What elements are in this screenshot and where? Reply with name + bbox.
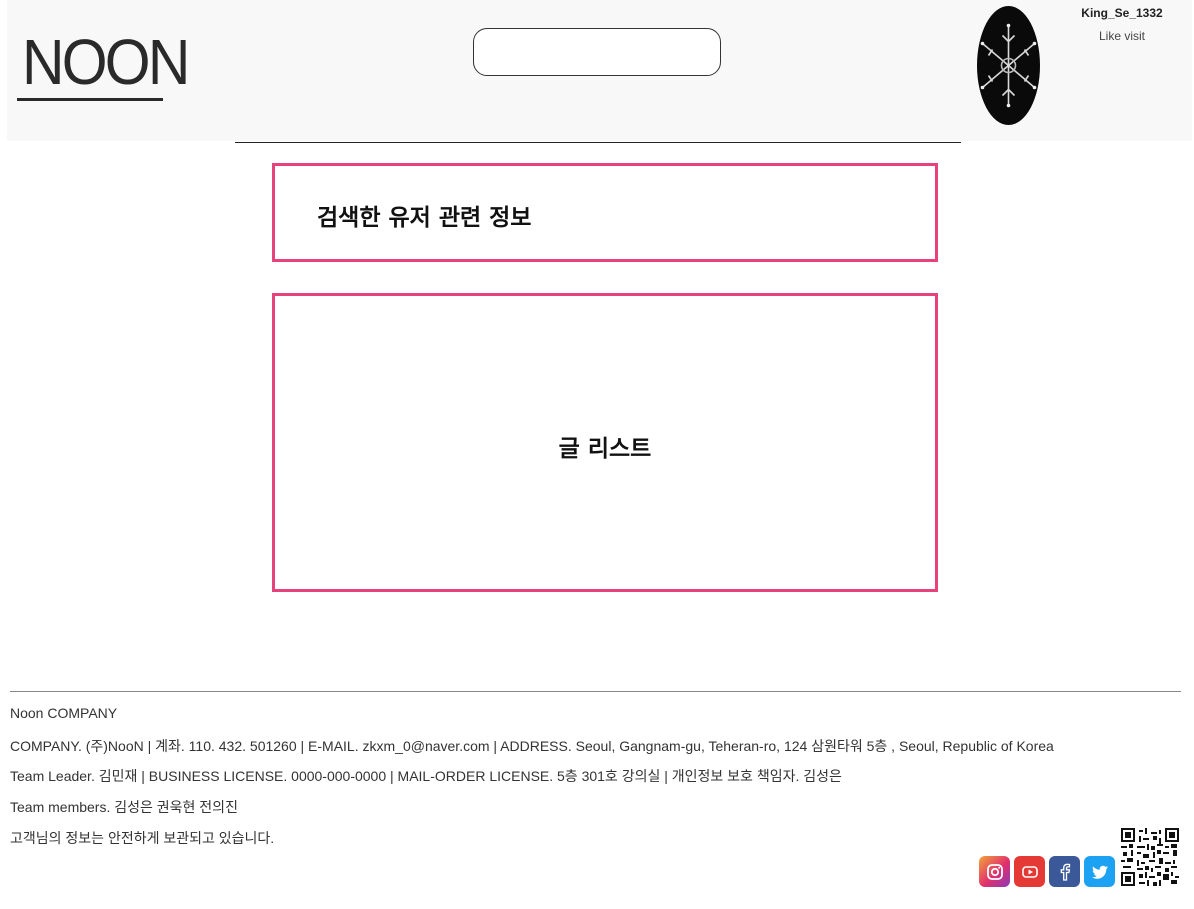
- avatar[interactable]: [977, 6, 1040, 125]
- logo-underline: [17, 98, 163, 101]
- facebook-icon[interactable]: [1049, 856, 1080, 887]
- footer-company-info: COMPANY. (주)NooN | 계좌. 110. 432. 501260 …: [10, 738, 1054, 754]
- username[interactable]: King_Se_1332: [1067, 6, 1177, 20]
- qr-code-icon: [1121, 828, 1179, 886]
- footer-team-members: Team members. 김성은 권욱현 전의진: [10, 799, 238, 815]
- post-list-label: 글 리스트: [558, 436, 652, 462]
- header-divider: [235, 142, 961, 143]
- twitter-icon[interactable]: [1084, 856, 1115, 887]
- site-logo[interactable]: NOON: [22, 30, 190, 94]
- youtube-icon[interactable]: [1014, 856, 1045, 887]
- footer-divider: [10, 691, 1181, 692]
- searched-user-info-panel: 검색한 유저 관련 정보: [272, 163, 938, 262]
- footer-company-name: Noon COMPANY: [10, 705, 118, 721]
- post-list-panel: 글 리스트: [272, 293, 938, 592]
- footer-privacy-notice: 고객님의 정보는 안전하게 보관되고 있습니다.: [10, 830, 275, 846]
- searched-user-info-label: 검색한 유저 관련 정보: [317, 205, 532, 231]
- instagram-icon[interactable]: [979, 856, 1010, 887]
- snowflake-avatar-icon: [980, 23, 1037, 108]
- site-header: NOON King_Se_1332 Like visit: [7, 0, 1192, 141]
- footer-license-info: Team Leader. 김민재 | BUSINESS LICENSE. 000…: [10, 768, 842, 784]
- search-input[interactable]: [473, 28, 721, 76]
- like-visit-label[interactable]: Like visit: [1067, 29, 1177, 43]
